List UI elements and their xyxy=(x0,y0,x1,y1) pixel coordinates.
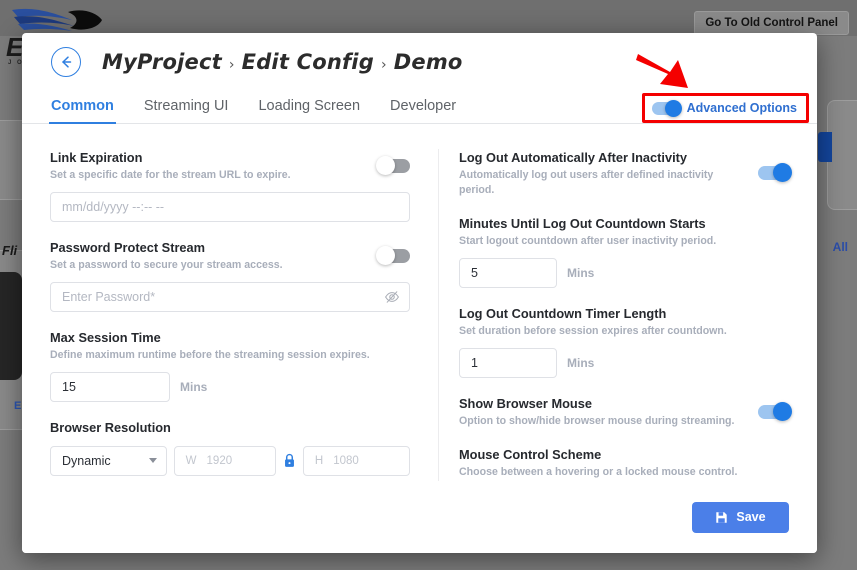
tab-common[interactable]: Common xyxy=(51,98,114,123)
go-to-old-control-panel-button[interactable]: Go To Old Control Panel xyxy=(694,11,849,35)
breadcrumb-separator-icon: › xyxy=(381,57,387,73)
log-out-auto-toggle[interactable] xyxy=(758,166,789,180)
minutes-until-logout-title: Minutes Until Log Out Countdown Starts xyxy=(459,215,789,232)
field-minutes-until-logout: Minutes Until Log Out Countdown Starts S… xyxy=(459,215,789,288)
mouse-control-scheme-subtitle: Choose between a hovering or a locked mo… xyxy=(459,465,789,480)
width-label: W xyxy=(186,455,197,467)
breadcrumb-item-demo[interactable]: Demo xyxy=(394,50,463,74)
background-app-header: EN J O Go To Old Control Panel xyxy=(0,0,857,36)
password-protect-toggle[interactable] xyxy=(379,249,410,263)
link-expiration-subtitle: Set a specific date for the stream URL t… xyxy=(50,168,291,183)
password-input[interactable]: Enter Password* xyxy=(50,282,410,312)
field-log-out-automatically: Log Out Automatically After Inactivity A… xyxy=(459,149,789,198)
max-session-time-input[interactable]: 15 xyxy=(50,372,170,402)
modal-body: Link Expiration Set a specific date for … xyxy=(22,124,817,518)
max-session-time-title: Max Session Time xyxy=(50,329,410,346)
logout-timer-length-input[interactable]: 1 xyxy=(459,348,557,378)
log-out-auto-subtitle: Automatically log out users after define… xyxy=(459,168,748,198)
save-button-label: Save xyxy=(736,510,765,524)
minutes-until-logout-unit: Mins xyxy=(567,266,594,280)
lock-closed-icon[interactable] xyxy=(283,453,296,468)
field-link-expiration: Link Expiration Set a specific date for … xyxy=(50,149,410,222)
tab-streaming-ui[interactable]: Streaming UI xyxy=(144,98,229,123)
settings-column-left: Link Expiration Set a specific date for … xyxy=(22,149,439,518)
tab-developer[interactable]: Developer xyxy=(390,98,456,123)
show-browser-mouse-subtitle: Option to show/hide browser mouse during… xyxy=(459,414,734,429)
eye-off-icon[interactable] xyxy=(384,289,400,305)
advanced-options-highlight: Advanced Options xyxy=(642,93,809,123)
advanced-options-label: Advanced Options xyxy=(687,101,797,115)
height-label: H xyxy=(315,455,323,467)
max-session-time-subtitle: Define maximum runtime before the stream… xyxy=(50,348,410,363)
field-logout-timer-length: Log Out Countdown Timer Length Set durat… xyxy=(459,305,789,378)
settings-column-right: Log Out Automatically After Inactivity A… xyxy=(439,149,817,518)
toggle-knob xyxy=(665,100,682,117)
field-browser-resolution: Browser Resolution Dynamic W 1920 xyxy=(50,419,410,475)
background-blue-accent xyxy=(818,132,832,162)
browser-resolution-title: Browser Resolution xyxy=(50,419,410,436)
field-show-browser-mouse: Show Browser Mouse Option to show/hide b… xyxy=(459,395,789,429)
field-password-protect: Password Protect Stream Set a password t… xyxy=(50,239,410,312)
browser-resolution-row: Dynamic W 1920 xyxy=(50,446,410,476)
tab-loading-screen[interactable]: Loading Screen xyxy=(258,98,360,123)
tab-bar: Common Streaming UI Loading Screen Devel… xyxy=(22,90,817,124)
toggle-knob xyxy=(773,163,792,182)
background-partial-link-left: E xyxy=(14,400,21,412)
height-value: 1080 xyxy=(333,455,359,467)
browser-resolution-mode-value: Dynamic xyxy=(62,454,111,468)
password-input-wrapper: Enter Password* xyxy=(50,282,410,312)
mouse-control-scheme-title: Mouse Control Scheme xyxy=(459,446,789,463)
browser-resolution-mode-select[interactable]: Dynamic xyxy=(50,446,167,476)
minutes-until-logout-subtitle: Start logout countdown after user inacti… xyxy=(459,234,789,249)
field-max-session-time: Max Session Time Define maximum runtime … xyxy=(50,329,410,402)
save-button[interactable]: Save xyxy=(692,502,789,533)
show-browser-mouse-title: Show Browser Mouse xyxy=(459,395,734,412)
logout-timer-length-title: Log Out Countdown Timer Length xyxy=(459,305,789,322)
minutes-until-logout-input[interactable]: 5 xyxy=(459,258,557,288)
browser-resolution-height-input[interactable]: H 1080 xyxy=(303,446,410,476)
chevron-down-icon xyxy=(149,458,157,463)
app-screen: EN J O Go To Old Control Panel Fli E All… xyxy=(0,0,857,570)
password-protect-subtitle: Set a password to secure your stream acc… xyxy=(50,258,283,273)
floppy-disk-icon xyxy=(715,511,728,524)
show-browser-mouse-toggle[interactable] xyxy=(758,405,789,419)
background-partial-text-left: Fli xyxy=(2,243,17,258)
link-expiration-toggle[interactable] xyxy=(379,159,410,173)
toggle-knob xyxy=(773,402,792,421)
link-expiration-date-input[interactable]: mm/dd/yyyy --:-- -- xyxy=(50,192,410,222)
breadcrumb-item-project[interactable]: MyProject xyxy=(102,50,222,74)
breadcrumb-item-edit-config[interactable]: Edit Config xyxy=(242,50,374,74)
back-button[interactable] xyxy=(51,47,81,77)
toggle-knob xyxy=(376,246,395,265)
width-value: 1920 xyxy=(207,455,233,467)
modal-header: MyProject › Edit Config › Demo xyxy=(22,33,817,90)
arrow-left-circle-icon xyxy=(58,54,74,70)
browser-resolution-width-input[interactable]: W 1920 xyxy=(174,446,276,476)
breadcrumb-separator-icon: › xyxy=(229,57,235,73)
advanced-options-toggle[interactable] xyxy=(652,102,679,115)
background-thumbnail xyxy=(0,272,22,380)
background-partial-text-right: All xyxy=(833,240,848,254)
modal-footer: Save xyxy=(22,481,817,553)
max-session-time-unit: Mins xyxy=(180,380,207,394)
toggle-knob xyxy=(376,156,395,175)
password-protect-title: Password Protect Stream xyxy=(50,239,283,256)
logout-timer-length-subtitle: Set duration before session expires afte… xyxy=(459,324,789,339)
log-out-auto-title: Log Out Automatically After Inactivity xyxy=(459,149,748,166)
link-expiration-title: Link Expiration xyxy=(50,149,291,166)
edit-config-modal: MyProject › Edit Config › Demo Common St… xyxy=(22,33,817,553)
breadcrumb: MyProject › Edit Config › Demo xyxy=(102,50,463,74)
logout-timer-length-unit: Mins xyxy=(567,356,594,370)
